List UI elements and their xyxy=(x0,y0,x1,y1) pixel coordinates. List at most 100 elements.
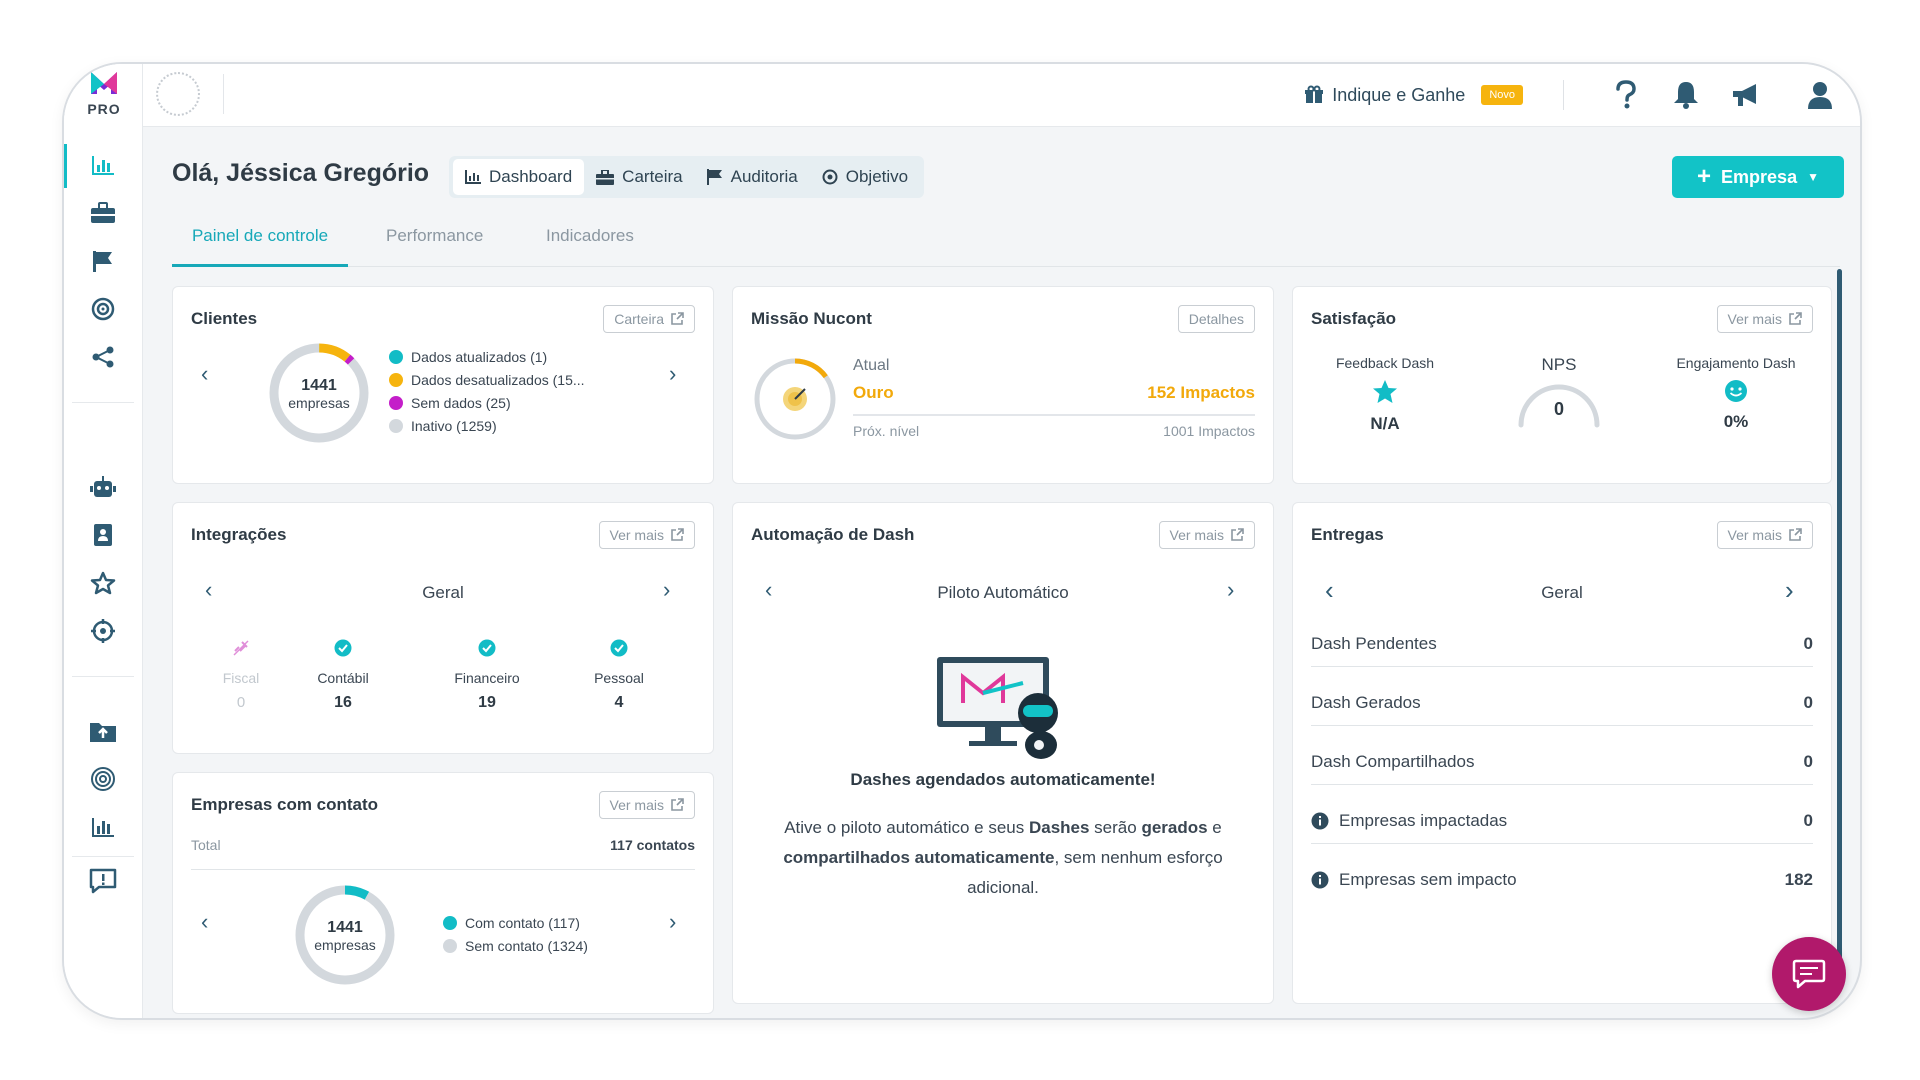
legend-dot xyxy=(389,395,403,410)
entregas-row: Dash Gerados 0 xyxy=(1311,688,1813,718)
integracao-pessoal-label: Pessoal xyxy=(594,670,644,686)
content-scrollbar[interactable] xyxy=(1837,269,1842,969)
info-icon[interactable] xyxy=(1311,812,1329,830)
company-avatar[interactable] xyxy=(156,72,200,116)
entregas-row: Dash Pendentes 0 xyxy=(1311,629,1813,659)
sidebar-item-favorites[interactable] xyxy=(82,562,124,604)
clientes-prev-icon[interactable]: ‹ xyxy=(201,361,208,387)
entregas-prev-icon[interactable]: ‹ xyxy=(1325,575,1334,606)
sidebar-divider xyxy=(72,676,134,677)
tab-carteira[interactable]: Carteira xyxy=(584,159,694,195)
sidebar-item-crosshair[interactable] xyxy=(82,610,124,652)
tab-objetivo[interactable]: Objetivo xyxy=(810,159,920,195)
integracao-fiscal-label: Fiscal xyxy=(222,670,260,686)
indique-ganhe-button[interactable]: Indique e Ganhe Novo xyxy=(1304,85,1523,106)
tab-painel-de-controle[interactable]: Painel de controle xyxy=(172,216,348,267)
carteira-link-button[interactable]: Carteira xyxy=(603,305,695,333)
nps-label: NPS xyxy=(1541,355,1577,374)
row-divider xyxy=(1311,666,1813,667)
external-link-icon xyxy=(671,798,684,811)
sidebar-item-reports[interactable] xyxy=(82,806,124,848)
legend-label: Sem contato (1324) xyxy=(465,937,588,954)
tab-dashboard[interactable]: Dashboard xyxy=(453,159,585,195)
nps-value: 0 xyxy=(1553,399,1564,419)
row-divider xyxy=(1311,784,1813,785)
check-circle-icon xyxy=(478,639,496,657)
sidebar-item-objetivo[interactable] xyxy=(82,288,124,330)
automacao-ver-mais-button[interactable]: Ver mais xyxy=(1158,521,1255,549)
sidebar-item-carteira[interactable] xyxy=(82,192,124,234)
automacao-ver-mais-label: Ver mais xyxy=(1169,527,1224,543)
clientes-next-icon[interactable]: › xyxy=(669,361,676,387)
bell-icon[interactable] xyxy=(1666,75,1706,115)
tab-performance[interactable]: Performance xyxy=(386,216,483,264)
missao-title: Missão Nucont xyxy=(751,309,872,328)
sidebar-item-auditoria[interactable] xyxy=(82,240,124,282)
sidebar-item-robot[interactable] xyxy=(82,466,124,508)
nps-block: NPS 0 xyxy=(1487,355,1631,428)
integracoes-title: Integrações xyxy=(191,525,287,544)
tab-indicadores[interactable]: Indicadores xyxy=(546,216,634,264)
chat-button[interactable] xyxy=(1772,937,1846,1011)
automacao-desc-part: serão xyxy=(1089,818,1142,837)
integracao-contabil-value: 16 xyxy=(334,694,352,711)
entregas-row-value: 0 xyxy=(1803,693,1813,712)
contato-total-label: Total xyxy=(191,837,221,853)
target-icon xyxy=(822,169,838,185)
check-circle-icon xyxy=(610,639,628,657)
automacao-prev-icon[interactable]: ‹ xyxy=(765,577,772,603)
integracao-pessoal-value: 4 xyxy=(614,694,624,711)
integracoes-prev-icon[interactable]: ‹ xyxy=(205,577,212,603)
automacao-next-icon[interactable]: › xyxy=(1227,577,1234,603)
user-icon[interactable] xyxy=(1800,75,1840,115)
legend-dot xyxy=(443,915,457,930)
entregas-ver-mais-button[interactable]: Ver mais xyxy=(1716,521,1813,549)
tab-auditoria[interactable]: Auditoria xyxy=(695,159,810,195)
sidebar-item-goals[interactable] xyxy=(82,758,124,800)
help-icon[interactable] xyxy=(1606,75,1646,115)
clientes-title: Clientes xyxy=(191,309,258,328)
legend-item: Dados atualizados (1) xyxy=(389,345,585,368)
contato-prev-icon[interactable]: ‹ xyxy=(201,909,208,935)
sidebar-item-contacts[interactable] xyxy=(82,514,124,556)
novo-badge: Novo xyxy=(1481,85,1523,105)
info-icon[interactable] xyxy=(1311,871,1329,889)
automacao-desc-bold: Dashes xyxy=(1028,818,1090,837)
report-chart-icon xyxy=(92,818,114,837)
integracoes-next-icon[interactable]: › xyxy=(663,577,670,603)
entregas-row-value: 182 xyxy=(1784,870,1813,889)
tab-auditoria-label: Auditoria xyxy=(730,167,798,186)
sidebar-item-dashboard[interactable] xyxy=(82,144,124,186)
crosshair-icon xyxy=(91,619,115,643)
external-link-icon xyxy=(671,528,684,541)
legend-item: Inativo (1259) xyxy=(389,414,585,437)
topbar: Indique e Ganhe Novo xyxy=(64,64,1860,127)
contato-ver-mais-button[interactable]: Ver mais xyxy=(598,791,695,819)
external-link-icon xyxy=(1789,528,1802,541)
detalhes-button[interactable]: Detalhes xyxy=(1177,305,1255,333)
sidebar-item-upload[interactable] xyxy=(82,710,124,752)
integracoes-ver-mais-button[interactable]: Ver mais xyxy=(598,521,695,549)
sidebar-item-share[interactable] xyxy=(82,336,124,378)
missao-divider xyxy=(853,414,1255,416)
entregas-next-icon[interactable]: › xyxy=(1785,575,1794,606)
legend-item: Sem contato (1324) xyxy=(443,934,588,957)
satisfacao-ver-mais-label: Ver mais xyxy=(1727,311,1782,327)
feedback-block: Feedback Dash N/A xyxy=(1313,355,1457,434)
integracoes-selector: Geral xyxy=(422,583,464,602)
legend-label: Dados atualizados (1) xyxy=(411,348,548,365)
sidebar-item-feedback[interactable] xyxy=(82,860,124,902)
contato-next-icon[interactable]: › xyxy=(669,909,676,935)
briefcase-icon xyxy=(596,169,615,185)
sidebar-divider xyxy=(72,402,134,403)
megaphone-icon[interactable] xyxy=(1726,75,1766,115)
nucont-logo[interactable]: PRO xyxy=(78,70,130,117)
clientes-unit: empresas xyxy=(288,395,350,411)
add-empresa-button[interactable]: + Empresa ▼ xyxy=(1672,156,1844,198)
logo-text: PRO xyxy=(87,101,121,117)
entregas-row-label: Dash Pendentes xyxy=(1311,634,1437,653)
automacao-title: Automação de Dash xyxy=(751,525,915,544)
logo-mark-icon xyxy=(91,72,117,94)
entregas-row-label: Empresas impactadas xyxy=(1339,811,1508,830)
satisfacao-ver-mais-button[interactable]: Ver mais xyxy=(1716,305,1813,333)
